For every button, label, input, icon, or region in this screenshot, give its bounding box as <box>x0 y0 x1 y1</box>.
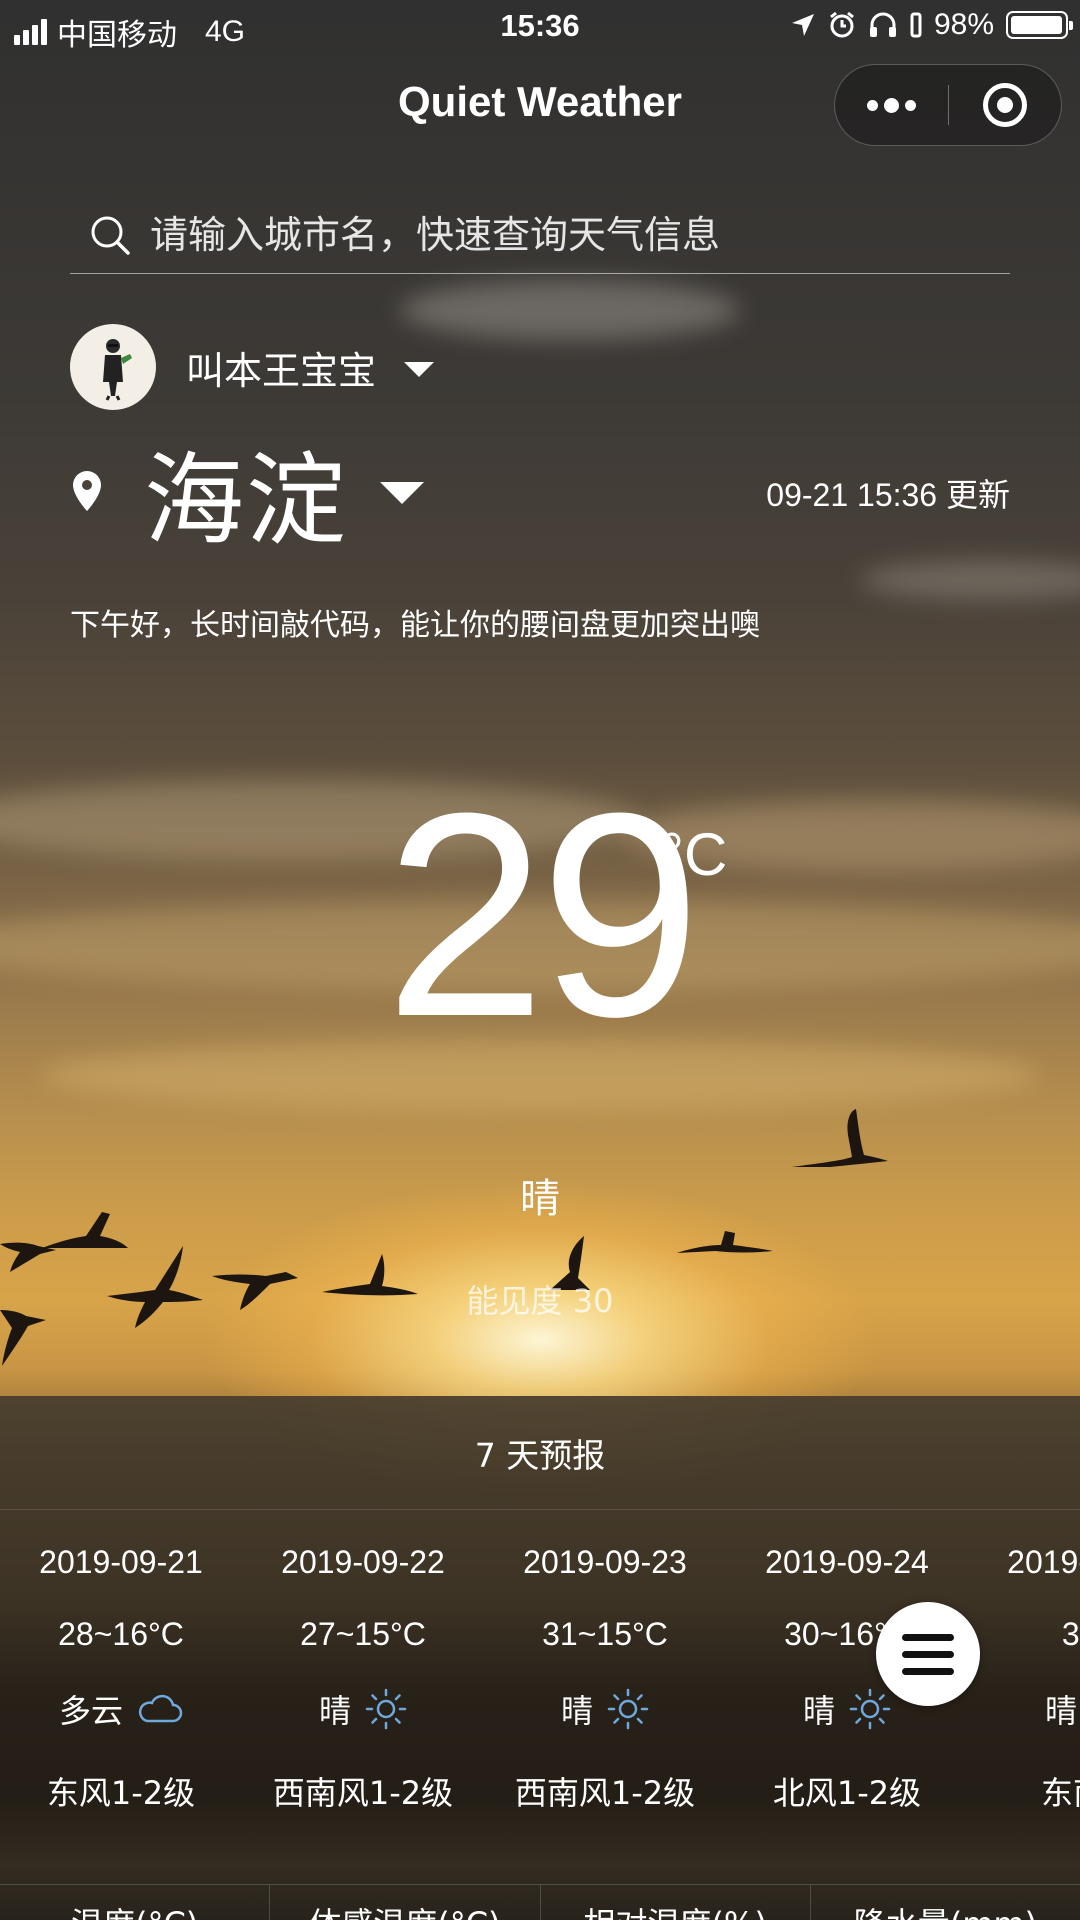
more-dots-icon <box>866 97 916 113</box>
forecast-wind: 西南风1-2级 <box>272 1774 454 1812</box>
forecast-date: 2019-09-22 <box>281 1544 445 1580</box>
forecast-date: 2019-09-25 <box>1007 1544 1080 1580</box>
forecast-weather: 晴 <box>484 1686 726 1732</box>
hamburger-icon-line <box>902 1667 954 1675</box>
column-header-humidity: 相对湿度(%) <box>541 1885 811 1920</box>
forecast-temp-range: 28~16°C <box>58 1616 184 1652</box>
forecast-date: 2019-09-21 <box>39 1544 203 1580</box>
temperature-unit: °C <box>660 821 728 888</box>
navigation-bar: Quiet Weather <box>0 56 1080 152</box>
location-name: 海淀 <box>144 441 348 559</box>
forecast-wind: 东南风 <box>1040 1774 1080 1812</box>
forecast-date: 2019-09-24 <box>765 1544 929 1580</box>
avatar-figure-icon <box>103 339 132 401</box>
hamburger-icon-line <box>902 1633 954 1641</box>
hamburger-icon-line <box>902 1650 954 1658</box>
visibility-text: 能见度 30 <box>466 1282 614 1320</box>
user-name: 叫本王宝宝 <box>186 348 377 393</box>
forecast-weather: 晴 <box>242 1686 484 1732</box>
forecast-date: 2019-09-23 <box>523 1544 687 1580</box>
mini-program-capsule <box>834 64 1062 146</box>
location-arrow-icon <box>791 14 814 36</box>
forecast-header: 7 天预报 <box>0 1396 1080 1510</box>
forecast-temp-range: 27~15°C <box>300 1616 426 1652</box>
search-input[interactable] <box>132 211 1010 258</box>
more-button[interactable] <box>835 64 948 146</box>
weather-condition: 晴 <box>520 1176 560 1222</box>
forecast-weather-label: 晴 <box>318 1692 351 1730</box>
forecast-weather: 晴 <box>968 1686 1080 1732</box>
menu-button[interactable] <box>876 1602 980 1706</box>
headphones-icon <box>869 12 896 37</box>
sun-icon <box>607 1688 649 1730</box>
sun-icon <box>365 1688 407 1730</box>
battery-percent: 98% <box>933 8 994 41</box>
forecast-wind: 北风1-2级 <box>772 1774 922 1812</box>
cloud-icon <box>138 1694 183 1723</box>
bird-silhouette <box>792 1109 888 1167</box>
battery-icon <box>1006 11 1073 39</box>
column-header-temperature: 温度(°C) <box>0 1885 271 1920</box>
location-pin-icon <box>73 471 101 511</box>
forecast-wind: 西南风1-2级 <box>514 1774 696 1812</box>
bird-silhouette <box>677 1231 773 1253</box>
detail-table-header: 温度(°C) 体感温度(°C) 相对湿度(%) 降水量(mm) <box>0 1884 1080 1920</box>
user-selector[interactable]: 叫本王宝宝 <box>70 324 435 410</box>
forecast-temp-range: 31~15°C <box>542 1616 668 1652</box>
cloud-streak <box>400 280 740 340</box>
forecast-weather: 多云 <box>0 1686 242 1732</box>
chevron-down-icon <box>380 482 424 504</box>
column-header-feels-like: 体感温度(°C) <box>270 1885 541 1920</box>
close-mini-program-button[interactable] <box>948 64 1061 146</box>
current-temperature: 29 <box>384 753 702 1077</box>
alarm-icon <box>830 11 854 38</box>
forecast-weather-label: 晴 <box>560 1692 593 1730</box>
sun-icon <box>849 1688 891 1730</box>
forecast-wind: 东风1-2级 <box>46 1774 196 1812</box>
status-bar: 中国移动 4G 15:36 98% <box>0 0 1080 54</box>
update-time: 09-21 15:36 更新 <box>766 477 1010 513</box>
forecast-weather-label: 晴 <box>1044 1692 1077 1730</box>
greeting-text: 下午好，长时间敲代码，能让你的腰间盘更加突出噢 <box>70 608 760 643</box>
orientation-lock-icon <box>910 12 922 38</box>
weather-screen: 中国移动 4G 15:36 98% Quiet Weather 请输入城市名，快… <box>0 0 1080 1920</box>
chevron-down-icon <box>404 361 435 377</box>
bird-silhouette <box>0 1242 56 1272</box>
column-header-precipitation: 降水量(mm) <box>811 1885 1080 1920</box>
location-selector[interactable]: 海淀 <box>70 436 424 559</box>
forecast-temp-range: 30~ <box>1061 1616 1080 1652</box>
cloud-streak <box>860 560 1080 600</box>
forecast-weather-label: 多云 <box>58 1692 123 1730</box>
search-bar <box>70 196 1010 274</box>
forecast-weather-label: 晴 <box>802 1692 835 1730</box>
target-icon <box>982 83 1027 127</box>
avatar <box>70 324 156 410</box>
status-right: 98% <box>790 8 1073 42</box>
search-icon <box>91 216 130 255</box>
